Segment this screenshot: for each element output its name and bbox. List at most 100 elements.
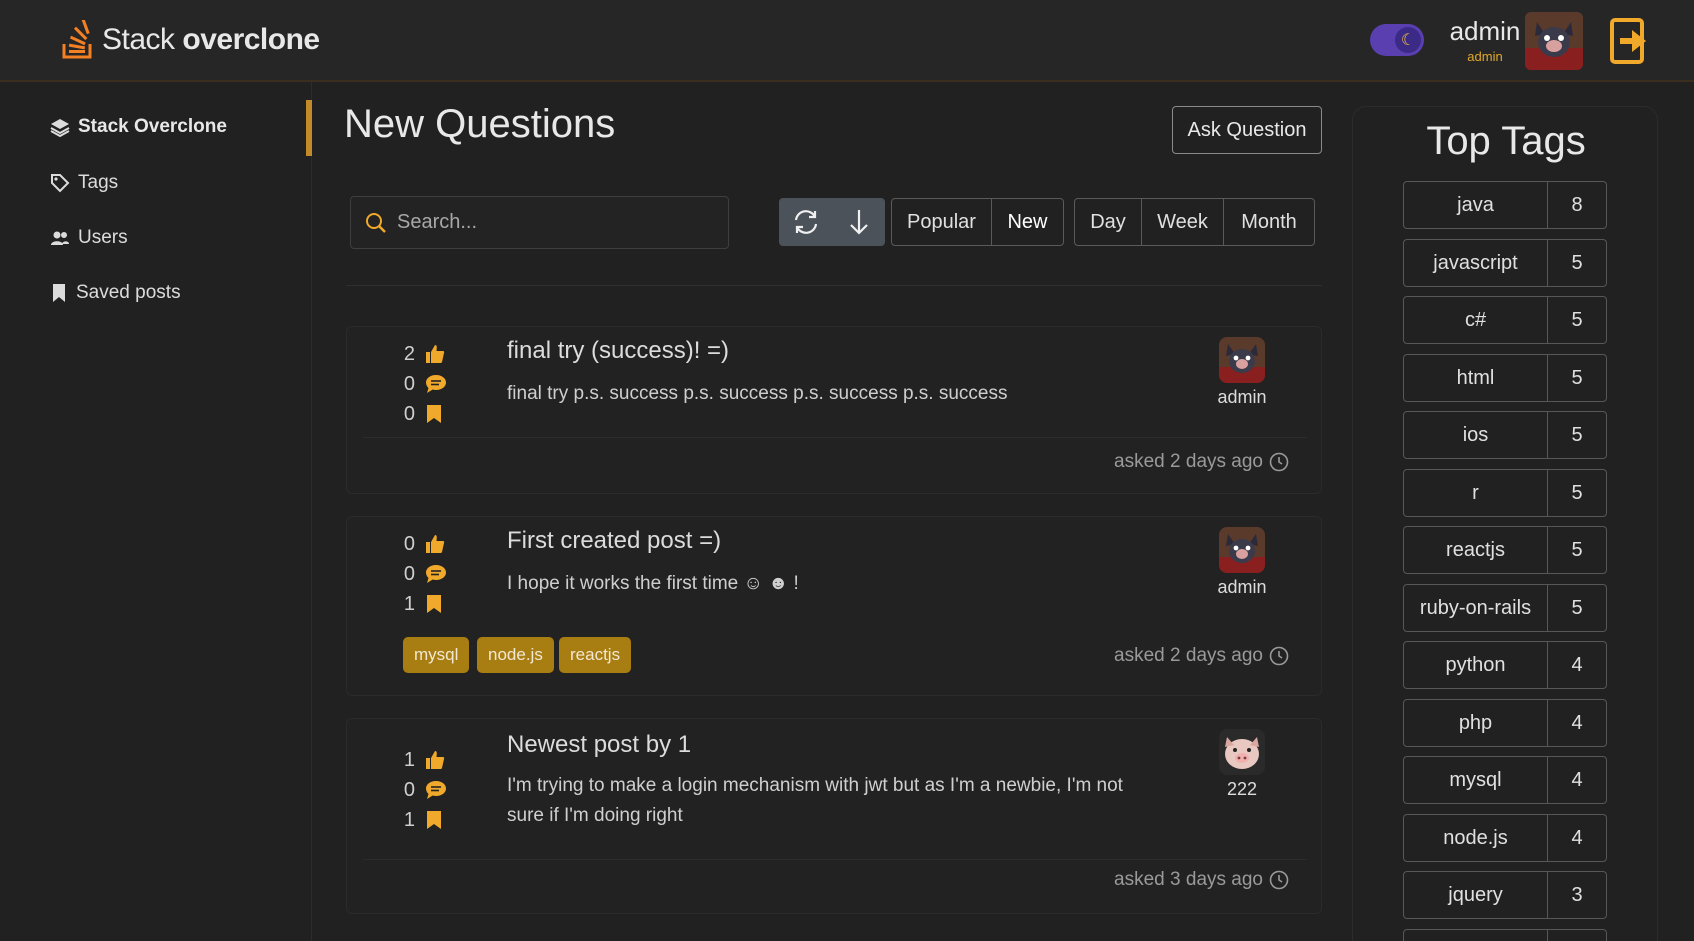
thumbs-up-icon — [426, 345, 445, 363]
post-body: I hope it works the first time ☺ ☻ ! — [507, 573, 799, 594]
period-day-button[interactable]: Day — [1075, 199, 1142, 245]
search-input[interactable] — [397, 211, 717, 234]
logo-text: Stack overclone — [102, 23, 320, 57]
logo[interactable]: Stack overclone — [60, 20, 320, 60]
top-tag-item[interactable]: c# 5 — [1403, 296, 1607, 344]
post-comments: 0 — [403, 777, 447, 803]
top-tag-item[interactable]: mysql 4 — [1403, 756, 1607, 804]
sidebar-item-label: Tags — [78, 172, 119, 193]
top-tag-item[interactable]: reactjs 5 — [1403, 526, 1607, 574]
post-author[interactable]: admin — [1197, 577, 1287, 598]
sidebar-item-tags[interactable]: Tags — [50, 168, 118, 198]
users-icon — [51, 231, 69, 245]
tag-icon — [51, 174, 70, 193]
period-toggle-group: Day Week Month — [1074, 198, 1315, 246]
search-icon — [366, 212, 386, 233]
divider — [346, 285, 1322, 286]
top-tag-item[interactable]: java 8 — [1403, 181, 1607, 229]
post-card[interactable]: 0 0 1 First created post =) I hope it wo… — [346, 516, 1322, 696]
sidebar-item-users[interactable]: Users — [50, 223, 128, 253]
user-role: admin — [1467, 49, 1503, 64]
top-tag-item[interactable]: jquery 3 — [1403, 871, 1607, 919]
page-title: New Questions — [344, 102, 616, 146]
comments-count: 0 — [403, 372, 415, 395]
saves-count: 0 — [403, 402, 415, 425]
post-saves: 1 — [403, 807, 443, 833]
top-tag-item[interactable]: python 4 — [1403, 641, 1607, 689]
asked-text: asked 3 days ago — [1114, 869, 1263, 890]
top-tags-panel: Top Tags java 8 javascript 5 c# 5 html 5 ios… — [1352, 106, 1658, 941]
comment-icon — [426, 781, 446, 799]
period-month-button[interactable]: Month — [1224, 199, 1314, 245]
tag-count: 4 — [1571, 826, 1583, 849]
tag-pill[interactable]: node.js — [477, 637, 554, 673]
avatar[interactable] — [1219, 527, 1265, 573]
avatar[interactable] — [1525, 12, 1583, 70]
sort-popular-button[interactable]: Popular — [892, 199, 992, 245]
avatar[interactable] — [1219, 729, 1265, 775]
comment-icon — [426, 565, 446, 583]
sidebar-item-label: Stack Overclone — [78, 116, 227, 137]
stack-logo-icon — [62, 20, 92, 59]
post-author[interactable]: admin — [1197, 387, 1287, 408]
post-title[interactable]: First created post =) — [507, 527, 721, 555]
post-author[interactable]: 222 — [1197, 779, 1287, 800]
tag-count: 3 — [1571, 883, 1583, 906]
bookmark-icon — [427, 811, 441, 829]
refresh-button[interactable] — [779, 198, 832, 246]
tag-name: ruby-on-rails — [1404, 585, 1548, 631]
bookmark-icon — [53, 284, 65, 302]
top-tag-item[interactable]: php 4 — [1403, 699, 1607, 747]
tag-name: reactjs — [1404, 527, 1548, 573]
tag-name: python — [1404, 642, 1548, 688]
post-card[interactable]: 2 0 0 final try (success)! =) final try … — [346, 326, 1322, 494]
tag-name: html — [1404, 355, 1548, 401]
sidebar-item-label: Users — [78, 227, 128, 248]
logo-text-bold: overclone — [182, 23, 320, 56]
theme-toggle[interactable]: ☾ — [1370, 24, 1424, 56]
tag-name: jquery — [1404, 872, 1548, 918]
sidebar-item-stack-overclone[interactable]: Stack Overclone — [50, 112, 227, 142]
ask-question-button[interactable]: Ask Question — [1172, 106, 1322, 154]
user-info[interactable]: admin admin — [1440, 16, 1530, 64]
tag-count: 4 — [1571, 711, 1583, 734]
tag-count: 5 — [1571, 251, 1583, 274]
top-tag-item[interactable]: ruby-on-rails 5 — [1403, 584, 1607, 632]
top-tag-item-partial[interactable] — [1403, 929, 1607, 941]
sidebar-item-saved-posts[interactable]: Saved posts — [50, 278, 181, 308]
sort-direction-button[interactable] — [832, 198, 885, 246]
layers-icon — [50, 119, 70, 137]
top-tag-item[interactable]: javascript 5 — [1403, 239, 1607, 287]
asked-text: asked 2 days ago — [1114, 645, 1263, 666]
top-tag-item[interactable]: node.js 4 — [1403, 814, 1607, 862]
post-timestamp: asked 2 days ago — [1114, 451, 1289, 473]
top-tag-item[interactable]: ios 5 — [1403, 411, 1607, 459]
post-title[interactable]: Newest post by 1 — [507, 731, 691, 759]
comments-count: 0 — [403, 562, 415, 585]
top-tag-item[interactable]: r5 — [1403, 469, 1607, 517]
post-body: I'm trying to make a login mechanism wit… — [507, 775, 1123, 826]
top-tags-title: Top Tags — [1426, 119, 1586, 163]
sidebar-active-indicator — [306, 100, 312, 156]
thumbs-up-icon — [426, 751, 445, 769]
top-navbar: Stack overclone ☾ admin admin — [0, 0, 1694, 82]
top-tag-item[interactable]: html 5 — [1403, 354, 1607, 402]
tag-pill[interactable]: reactjs — [559, 637, 632, 673]
saves-count: 1 — [403, 592, 415, 615]
tag-pill[interactable]: mysql — [403, 637, 470, 673]
post-likes: 2 — [403, 341, 445, 367]
period-week-button[interactable]: Week — [1142, 199, 1224, 245]
post-likes: 1 — [403, 747, 445, 773]
avatar[interactable] — [1219, 337, 1265, 383]
logout-icon[interactable] — [1610, 18, 1648, 64]
tag-name: ios — [1404, 412, 1548, 458]
sort-new-button[interactable]: New — [992, 199, 1063, 245]
likes-count: 2 — [403, 342, 415, 365]
post-title[interactable]: final try (success)! =) — [507, 337, 729, 365]
post-card[interactable]: 1 0 1 Newest post by 1 I'm trying to mak… — [346, 718, 1322, 914]
search-box[interactable] — [350, 196, 729, 249]
moon-icon: ☾ — [1395, 27, 1421, 53]
bookmark-icon — [427, 405, 441, 423]
tag-name: javascript — [1404, 240, 1548, 286]
user-name: admin — [1449, 16, 1521, 46]
